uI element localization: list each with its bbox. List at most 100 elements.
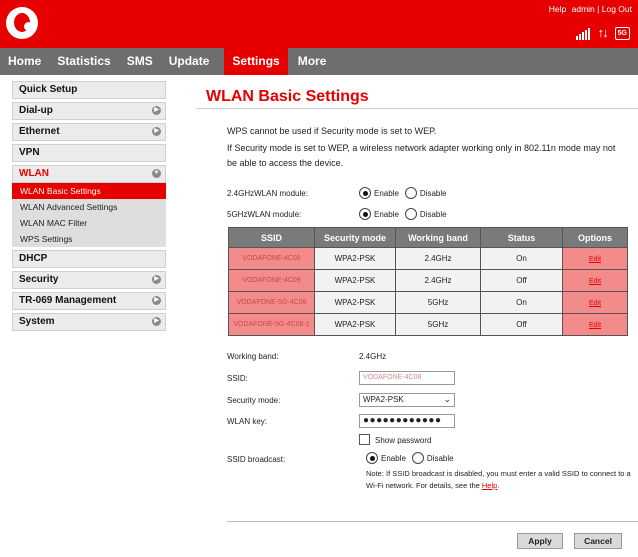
status-cell: On <box>480 247 563 270</box>
edit-link[interactable]: Edit <box>589 256 601 263</box>
table-row: VODAFONE-4C09 WPA2-PSK 2.4GHz Off Edit <box>228 269 628 292</box>
nav-more[interactable]: More <box>290 48 335 75</box>
logout-link[interactable]: Log Out <box>602 4 632 14</box>
wlan-submenu: WLAN Basic Settings WLAN Advanced Settin… <box>12 183 166 247</box>
ssid-table: SSID Security mode Working band Status O… <box>228 227 628 336</box>
security-mode-select[interactable]: WPA2-PSK ⌄ <box>359 393 455 407</box>
broadcast-note: Note: If SSID broadcast is disabled, you… <box>366 468 632 492</box>
ssid-cell: VODAFONE-4C08 <box>228 247 315 270</box>
title-divider <box>196 108 638 109</box>
sidebar-item-tr069[interactable]: TR-069 Management ▶ <box>12 292 166 310</box>
sidebar-item-ethernet[interactable]: Ethernet ▶ <box>12 123 166 141</box>
sidebar-item-dial-up[interactable]: Dial-up ▶ <box>12 102 166 120</box>
chevron-right-icon: ▶ <box>152 317 161 326</box>
sidebar-item-vpn[interactable]: VPN <box>12 144 166 162</box>
sidebar-item-label: Dial-up <box>19 105 53 116</box>
working-band-label: Working band: <box>227 352 279 361</box>
module-5-radio-group: Enable Disable <box>359 208 453 220</box>
security-cell: WPA2-PSK <box>314 291 396 314</box>
edit-link[interactable]: Edit <box>589 278 601 285</box>
sidebar-item-label: DHCP <box>19 253 48 264</box>
table-header-row: SSID Security mode Working band Status O… <box>228 227 628 248</box>
vodafone-logo[interactable] <box>6 7 38 39</box>
broadcast-disable-radio[interactable] <box>411 452 424 464</box>
signal-strength-icon <box>575 26 590 40</box>
status-cell: Off <box>480 313 563 336</box>
radio-label: Enable <box>381 453 406 463</box>
sidebar-subitem-wlan-basic[interactable]: WLAN Basic Settings <box>12 183 166 199</box>
sidebar-subitem-wlan-advanced[interactable]: WLAN Advanced Settings <box>12 199 166 215</box>
help-link-inline[interactable]: Help <box>482 481 497 490</box>
column-header: Status <box>480 227 563 248</box>
page-title: WLAN Basic Settings <box>206 88 369 105</box>
table-row: VODAFONE-5G-4C08 WPA2-PSK 5GHz On Edit <box>228 291 628 314</box>
cancel-button[interactable]: Cancel <box>574 533 622 549</box>
table-row: VODAFONE-5G-4C08-1 WPA2-PSK 5GHz Off Edi… <box>228 313 628 336</box>
sidebar-item-label: System <box>19 316 55 327</box>
admin-label: admin <box>571 4 595 14</box>
radio-label: Disable <box>426 453 454 463</box>
sidebar-item-label: Ethernet <box>19 126 60 137</box>
sidebar-item-system[interactable]: System ▶ <box>12 313 166 331</box>
options-cell: Edit <box>562 247 628 270</box>
wlan-key-label: WLAN key: <box>227 417 268 426</box>
header-separator: | <box>597 4 600 14</box>
nav-settings[interactable]: Settings <box>224 48 288 75</box>
radio-label: Enable <box>374 188 399 198</box>
chevron-down-icon: ⌄ <box>443 394 451 404</box>
radio-label: Disable <box>419 188 447 198</box>
nav-update[interactable]: Update <box>161 48 218 75</box>
help-link[interactable]: Help <box>549 4 566 14</box>
sidebar-item-label: VPN <box>19 147 40 158</box>
header-links: Help admin | Log Out <box>546 4 632 14</box>
status-cell: On <box>480 291 563 314</box>
radio-label: Enable <box>374 209 399 219</box>
security-cell: WPA2-PSK <box>314 247 396 270</box>
show-password-checkbox[interactable] <box>359 434 370 445</box>
broadcast-enable-radio[interactable] <box>366 452 378 464</box>
options-cell: Edit <box>562 269 628 292</box>
wps-note: WPS cannot be used if Security mode is s… <box>227 126 437 136</box>
module-24-disable-radio[interactable] <box>404 187 417 199</box>
show-password-label: Show password <box>375 436 432 445</box>
nav-sms[interactable]: SMS <box>119 48 161 75</box>
nav-home[interactable]: Home <box>0 48 49 75</box>
nav-statistics[interactable]: Statistics <box>49 48 118 75</box>
edit-link[interactable]: Edit <box>589 300 601 307</box>
module-5-enable-radio[interactable] <box>359 208 371 220</box>
column-header: SSID <box>228 227 315 248</box>
sidebar-subitem-wlan-mac-filter[interactable]: WLAN MAC Filter <box>12 215 166 231</box>
chevron-right-icon: ▶ <box>152 106 161 115</box>
header-bar: Help admin | Log Out ↑↓ 5G <box>0 0 638 48</box>
network-type-badge: 5G <box>614 27 630 40</box>
security-mode-value: WPA2-PSK <box>363 395 404 404</box>
options-cell: Edit <box>562 291 628 314</box>
sidebar-item-label: WLAN <box>19 168 49 179</box>
chevron-down-icon: ▼ <box>152 169 161 178</box>
module-24-label: 2.4GHzWLAN module: <box>227 189 308 198</box>
module-5-label: 5GHzWLAN module: <box>227 210 302 219</box>
note-suffix: . <box>497 481 500 490</box>
apply-button[interactable]: Apply <box>517 533 563 549</box>
sidebar-item-dhcp[interactable]: DHCP <box>12 250 166 268</box>
band-cell: 2.4GHz <box>395 269 481 292</box>
band-cell: 5GHz <box>395 291 481 314</box>
sidebar-item-security[interactable]: Security ▶ <box>12 271 166 289</box>
ssid-cell: VODAFONE-5G-4C08-1 <box>228 313 315 336</box>
edit-link[interactable]: Edit <box>589 322 601 329</box>
logo-mark-icon <box>14 13 33 32</box>
sidebar-item-wlan[interactable]: WLAN ▼ <box>12 165 166 183</box>
ssid-label: SSID: <box>227 374 248 383</box>
footer-divider <box>227 521 638 522</box>
sidebar-item-quick-setup[interactable]: Quick Setup <box>12 81 166 99</box>
module-24-radio-group: Enable Disable <box>359 187 453 199</box>
sidebar: Quick Setup Dial-up ▶ Ethernet ▶ VPN WLAN ▼… <box>12 81 166 334</box>
sidebar-subitem-wps[interactable]: WPS Settings <box>12 231 166 247</box>
sidebar-item-label: TR-069 Management <box>19 295 117 306</box>
module-5-disable-radio[interactable] <box>404 208 417 220</box>
ssid-input[interactable]: VODAFONE-4C08 <box>359 371 455 385</box>
working-band-value: 2.4GHz <box>359 352 387 361</box>
module-24-enable-radio[interactable] <box>359 187 371 199</box>
wep-note: If Security mode is set to WEP, a wirele… <box>227 143 616 168</box>
wlan-key-input[interactable]: ●●●●●●●●●●●● <box>359 414 455 428</box>
